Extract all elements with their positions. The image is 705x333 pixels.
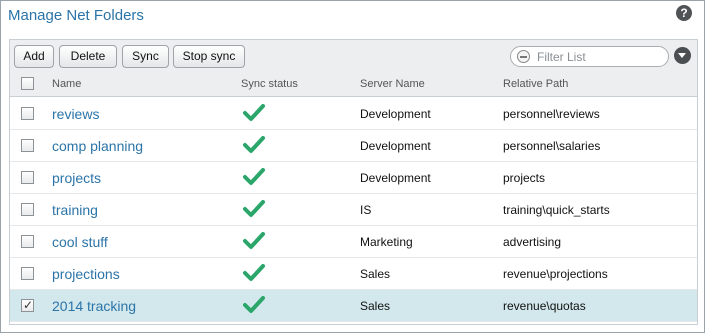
sync-ok-check-icon xyxy=(243,232,265,250)
row-checkbox[interactable] xyxy=(21,267,34,280)
column-header-server-name[interactable]: Server Name xyxy=(360,78,425,90)
folder-name-link[interactable]: 2014 tracking xyxy=(52,298,136,314)
filter-list-input[interactable]: Filter List xyxy=(510,46,669,67)
relative-path: personnel\salaries xyxy=(503,139,601,153)
sync-button[interactable]: Sync xyxy=(122,45,169,68)
column-header-sync-status[interactable]: Sync status xyxy=(241,78,298,90)
table-row[interactable]: comp planning Development personnel\sala… xyxy=(10,130,697,162)
stop-sync-button[interactable]: Stop sync xyxy=(173,45,245,68)
manage-net-folders-dialog: Manage Net Folders ? Add Delete Sync Sto… xyxy=(0,0,705,333)
table-row[interactable]: cool stuff Marketing advertising xyxy=(10,226,697,258)
row-checkbox[interactable] xyxy=(21,203,34,216)
filter-icon xyxy=(517,50,530,63)
dialog-title: Manage Net Folders xyxy=(8,7,144,24)
row-checkbox[interactable] xyxy=(21,298,34,312)
folder-name-link[interactable]: projections xyxy=(52,266,120,282)
sync-ok-check-icon xyxy=(243,264,265,282)
row-checkbox[interactable] xyxy=(21,171,34,184)
column-header-relative-path[interactable]: Relative Path xyxy=(503,78,568,90)
toolbar: Add Delete Sync Stop sync Filter List xyxy=(10,40,697,71)
folder-name-link[interactable]: training xyxy=(52,202,98,218)
table-row[interactable]: training IS training\quick_starts xyxy=(10,194,697,226)
relative-path: revenue\projections xyxy=(503,267,608,281)
server-name: Sales xyxy=(360,299,391,313)
relative-path: projects xyxy=(503,171,546,185)
table-row[interactable]: 2014 tracking Sales revenue\quotas xyxy=(10,290,697,322)
chevron-down-icon[interactable] xyxy=(674,47,691,64)
row-checkbox[interactable] xyxy=(21,107,34,120)
relative-path: revenue\quotas xyxy=(503,299,586,313)
select-all-checkbox[interactable] xyxy=(21,77,34,90)
sync-ok-check-icon xyxy=(243,136,265,154)
column-header-name[interactable]: Name xyxy=(52,78,81,90)
relative-path: advertising xyxy=(503,235,562,249)
row-checkbox[interactable] xyxy=(21,235,34,248)
table-row[interactable]: reviews Development personnel\reviews xyxy=(10,98,697,130)
server-name: Development xyxy=(360,107,431,121)
folder-name-link[interactable]: comp planning xyxy=(52,138,143,154)
table-row[interactable]: projections Sales revenue\projections xyxy=(10,258,697,290)
server-name: Development xyxy=(360,139,431,153)
relative-path: personnel\reviews xyxy=(503,107,600,121)
server-name: Sales xyxy=(360,267,391,281)
filter-placeholder: Filter List xyxy=(537,50,586,64)
add-button[interactable]: Add xyxy=(14,45,54,68)
table-row[interactable]: projects Development projects xyxy=(10,162,697,194)
sync-ok-check-icon xyxy=(243,200,265,218)
folder-name-link[interactable]: cool stuff xyxy=(52,234,108,250)
sync-ok-check-icon xyxy=(243,104,265,122)
folder-name-link[interactable]: reviews xyxy=(52,106,99,122)
delete-button[interactable]: Delete xyxy=(59,45,117,68)
net-folders-panel: Add Delete Sync Stop sync Filter List Na… xyxy=(9,39,698,325)
server-name: IS xyxy=(360,203,372,217)
folder-name-link[interactable]: projects xyxy=(52,170,101,186)
help-icon[interactable]: ? xyxy=(676,5,692,21)
server-name: Development xyxy=(360,171,431,185)
server-name: Marketing xyxy=(360,235,413,249)
sync-ok-check-icon xyxy=(243,296,265,314)
table-header: Name Sync status Server Name Relative Pa… xyxy=(10,71,697,97)
sync-ok-check-icon xyxy=(243,168,265,186)
relative-path: training\quick_starts xyxy=(503,203,610,217)
row-checkbox[interactable] xyxy=(21,139,34,152)
